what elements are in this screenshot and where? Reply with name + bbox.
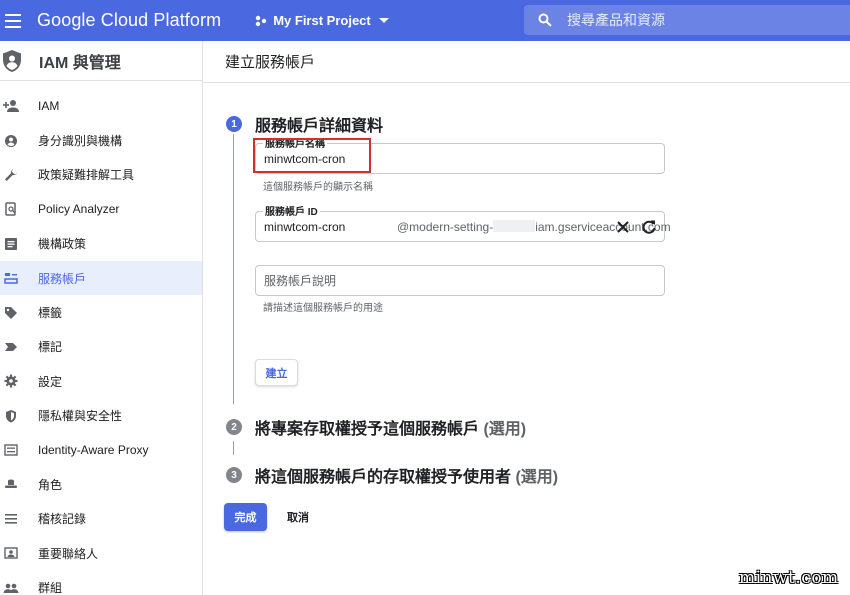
sidebar-item-service-accounts[interactable]: 服務帳戶 <box>0 260 202 296</box>
service-account-id-field[interactable]: 服務帳戶 ID @modern-setting-iam.gserviceacco… <box>255 203 671 242</box>
sidebar-item-label: 角色 <box>38 477 63 492</box>
sidebar-item-org-policies[interactable]: 機構政策 <box>0 227 202 261</box>
list-doc-icon <box>0 233 22 255</box>
shield-icon <box>0 405 22 427</box>
sidebar-item-label: 群組 <box>38 581 63 595</box>
sidebar-item-settings[interactable]: 設定 <box>0 364 202 398</box>
sidebar-item-label: 設定 <box>38 374 63 389</box>
policy-search-icon <box>0 198 22 220</box>
close-icon[interactable] <box>614 218 632 236</box>
sidebar-header: IAM 與管理 <box>0 41 202 81</box>
step-2-number: 2 <box>226 419 242 435</box>
wrench-icon <box>0 164 22 186</box>
step-2-title: 將專案存取權授予這個服務帳戶 (選用) <box>255 415 526 439</box>
sidebar-item-essential-contacts[interactable]: 重要聯絡人 <box>0 536 202 570</box>
sidebar-item-privacy[interactable]: 隱私權與安全性 <box>0 399 202 433</box>
lines-icon <box>0 508 22 530</box>
refresh-icon[interactable] <box>640 218 658 236</box>
sidebar-title: IAM 與管理 <box>39 54 121 72</box>
step-3-number: 3 <box>226 467 242 483</box>
step-2-title-text: 將專案存取權授予這個服務帳戶 <box>255 421 480 438</box>
sidebar-item-groups[interactable]: 群組 <box>0 570 202 595</box>
step-2-header[interactable]: 2 將專案存取權授予這個服務帳戶 (選用) <box>226 415 526 439</box>
sidebar-item-audit-logs[interactable]: 稽核記錄 <box>0 502 202 536</box>
gear-icon <box>0 370 22 392</box>
page-title: 建立服務帳戶 <box>225 54 316 71</box>
sidebar-item-label: 機構政策 <box>38 237 87 252</box>
sidebar-item-iap[interactable]: Identity-Aware Proxy <box>0 433 202 467</box>
proxy-icon <box>0 439 22 461</box>
sidebar: IAM 與管理 IAM 身分識別與機構 政策疑難排解工具 Policy Anal… <box>0 41 203 595</box>
hat-icon <box>0 473 22 495</box>
sidebar-item-policy-analyzer[interactable]: Policy Analyzer <box>0 192 202 226</box>
project-icon <box>256 15 267 26</box>
sidebar-item-label: IAM <box>38 99 60 114</box>
search-icon <box>538 13 552 27</box>
description-field-hint: 請描述這個服務帳戶的用途 <box>263 303 383 314</box>
main-content: 建立服務帳戶 1 服務帳戶詳細資料 服務帳戶名稱 這個服務帳戶的顯示名稱 服務帳… <box>204 41 850 595</box>
person-add-icon <box>0 95 22 117</box>
step-3-header[interactable]: 3 將這個服務帳戶的存取權授予使用者 (選用) <box>226 463 558 487</box>
id-suffix-start: @modern-setting- <box>397 220 494 234</box>
service-account-id-input[interactable] <box>264 212 394 241</box>
menu-icon[interactable] <box>3 9 27 33</box>
watermark: minwt.com <box>739 568 839 588</box>
sidebar-item-label: 服務帳戶 <box>38 271 87 286</box>
sidebar-item-label: 標籤 <box>38 306 63 321</box>
redacted-project-id <box>493 220 536 232</box>
project-name: My First Project <box>273 13 371 28</box>
step-3-optional: (選用) <box>515 469 559 486</box>
service-account-description-input[interactable] <box>264 266 654 295</box>
sidebar-nav: IAM 身分識別與機構 政策疑難排解工具 Policy Analyzer 機構政… <box>0 89 202 595</box>
step-connector-line <box>233 134 234 404</box>
project-selector[interactable]: My First Project <box>255 13 389 28</box>
sidebar-item-label: 標記 <box>38 340 63 355</box>
sidebar-item-identity[interactable]: 身分識別與機構 <box>0 123 202 157</box>
chevron-down-icon <box>378 18 389 23</box>
sidebar-item-label: 重要聯絡人 <box>38 546 99 561</box>
sidebar-item-labels[interactable]: 標記 <box>0 330 202 364</box>
service-account-description-field[interactable] <box>255 265 665 296</box>
sidebar-item-troubleshooter[interactable]: 政策疑難排解工具 <box>0 158 202 192</box>
service-account-icon <box>0 267 22 289</box>
cancel-button[interactable]: 取消 <box>280 503 316 531</box>
iam-shield-icon <box>3 49 21 72</box>
step-1-title: 服務帳戶詳細資料 <box>255 118 384 135</box>
sidebar-item-label: Identity-Aware Proxy <box>38 443 149 458</box>
step-3-title: 將這個服務帳戶的存取權授予使用者 (選用) <box>255 463 558 487</box>
step-2-optional: (選用) <box>483 421 527 438</box>
page-header: 建立服務帳戶 <box>204 41 850 83</box>
search-box[interactable] <box>524 5 850 35</box>
label-icon <box>0 336 22 358</box>
sidebar-item-label: 政策疑難排解工具 <box>38 168 135 183</box>
sidebar-item-iam[interactable]: IAM <box>0 89 202 123</box>
step-1-header[interactable]: 1 服務帳戶詳細資料 <box>226 112 383 136</box>
top-bar: Google Cloud Platform My First Project <box>0 0 850 41</box>
account-circle-icon <box>0 130 22 152</box>
done-button[interactable]: 完成 <box>224 503 267 531</box>
sidebar-item-label: Policy Analyzer <box>38 202 120 217</box>
sidebar-item-label: 身分識別與機構 <box>38 134 123 149</box>
create-button[interactable]: 建立 <box>255 359 298 386</box>
brand-title[interactable]: Google Cloud Platform <box>37 10 221 31</box>
sidebar-item-label: 稽核記錄 <box>38 512 87 527</box>
highlight-box <box>253 138 371 173</box>
sidebar-item-roles[interactable]: 角色 <box>0 467 202 501</box>
sidebar-item-label: 隱私權與安全性 <box>38 409 123 424</box>
name-field-hint: 這個服務帳戶的顯示名稱 <box>263 182 373 193</box>
step-3-title-text: 將這個服務帳戶的存取權授予使用者 <box>255 469 512 486</box>
step-1-number: 1 <box>226 116 242 132</box>
tag-icon <box>0 302 22 324</box>
contact-icon <box>0 542 22 564</box>
sidebar-item-tags[interactable]: 標籤 <box>0 295 202 329</box>
search-input[interactable] <box>567 12 827 28</box>
group-icon <box>0 577 22 595</box>
step-connector-line-2 <box>233 441 234 455</box>
